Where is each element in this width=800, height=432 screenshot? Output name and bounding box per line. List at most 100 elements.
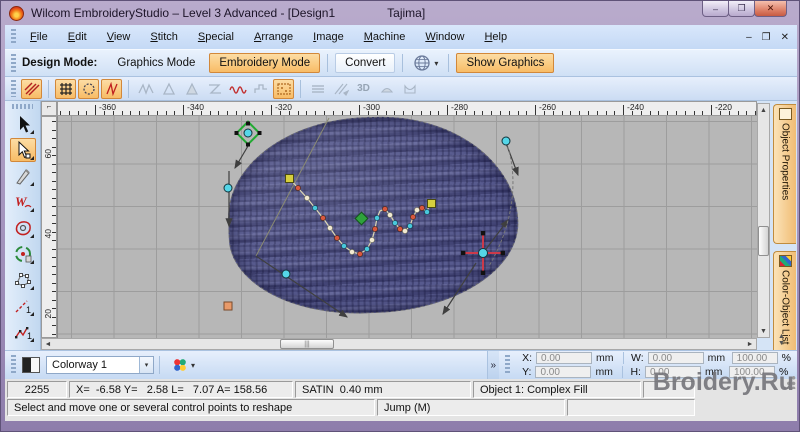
tab-object-properties[interactable]: Object Properties: [773, 104, 796, 244]
punch-b-icon[interactable]: [399, 79, 420, 99]
mdi-close-icon[interactable]: ✕: [781, 32, 789, 43]
open-line-tool[interactable]: 1: [10, 294, 36, 318]
display-colors-icon[interactable]: [22, 357, 40, 373]
menu-stitch[interactable]: Stitch: [140, 28, 188, 46]
lettering-tool[interactable]: W: [10, 190, 36, 214]
globe-caret-icon[interactable]: ▾: [434, 59, 438, 68]
mdi-restore-icon[interactable]: ❐: [762, 32, 771, 43]
minimize-button[interactable]: –: [702, 1, 729, 17]
rotation-anchor-handle[interactable]: [234, 120, 262, 147]
scroll-right-icon[interactable]: ►: [744, 339, 756, 349]
control-point[interactable]: [223, 183, 233, 193]
node-polygon-icon: [14, 273, 31, 288]
scroll-up-icon[interactable]: ▲: [758, 104, 769, 116]
step-fill-icon[interactable]: [250, 79, 271, 99]
embroidery-mode-button[interactable]: Embroidery Mode: [209, 53, 321, 73]
direction-arrow: [234, 145, 249, 170]
scale-w-field[interactable]: 100.00: [731, 352, 778, 364]
texture-fill-icon[interactable]: [273, 78, 294, 99]
window-title: Wilcom EmbroideryStudio – Level 3 Advanc…: [31, 6, 426, 20]
tab-scroll-down-icon[interactable]: ▼: [778, 340, 785, 347]
start-point-handle[interactable]: [223, 301, 233, 311]
punch-a-icon[interactable]: [376, 79, 397, 99]
menu-special[interactable]: Special: [188, 28, 244, 46]
complex-fill-tool[interactable]: [10, 268, 36, 292]
menu-edit[interactable]: Edit: [58, 28, 97, 46]
reference-cross-handle[interactable]: [461, 231, 505, 275]
select-arrow-icon: [19, 116, 30, 133]
direction-arrow: [482, 219, 509, 254]
zigzag-line-icon: 1: [14, 327, 32, 341]
contour-fill-icon[interactable]: [101, 78, 122, 99]
status-hint: Select and move one or several control p…: [7, 399, 375, 416]
colorway-select[interactable]: Colorway 1 ▾: [46, 356, 154, 374]
vertical-scroll-thumb[interactable]: [758, 226, 769, 256]
circle-tool-icon: [14, 246, 31, 263]
zigzag-stitch-icon[interactable]: [135, 79, 156, 99]
design-mode-label: Design Mode:: [22, 57, 98, 69]
convert-button[interactable]: Convert: [335, 53, 396, 73]
menu-window[interactable]: Window: [415, 28, 474, 46]
motif-fill-icon[interactable]: [78, 78, 99, 99]
wave-fill-icon[interactable]: [227, 79, 248, 99]
ruler-origin-button[interactable]: ⌐: [41, 101, 57, 116]
run-stitch-tool[interactable]: 1: [10, 320, 36, 344]
separator: [128, 79, 129, 98]
tab-scroll-arrows[interactable]: ▲ ▼: [778, 333, 785, 347]
closed-object-tool[interactable]: [10, 216, 36, 240]
horizontal-scrollbar[interactable]: ◄ ||| ►: [41, 338, 757, 350]
tab-scroll-up-icon[interactable]: ▲: [778, 333, 785, 340]
toolbar-overflow-chevron[interactable]: »: [486, 351, 500, 379]
3d-effect-icon[interactable]: 3D: [353, 79, 374, 99]
toolbar-grip[interactable]: [11, 355, 16, 375]
scroll-down-icon[interactable]: ▼: [758, 325, 769, 337]
control-point[interactable]: [501, 136, 511, 146]
toolbar-grip[interactable]: [12, 104, 33, 109]
reshape-tool[interactable]: [9, 138, 36, 162]
horizontal-ruler: -360 -340 -320 -300 -280 -260 -240 -220: [57, 101, 757, 116]
control-point[interactable]: [281, 269, 291, 279]
status-empty-segment: [567, 399, 695, 416]
fill-b-icon[interactable]: [181, 79, 202, 99]
graphics-mode-button[interactable]: Graphics Mode: [107, 53, 205, 73]
menu-view[interactable]: View: [97, 28, 141, 46]
horizontal-scroll-thumb[interactable]: |||: [280, 339, 334, 349]
menu-help[interactable]: Help: [474, 28, 517, 46]
mdi-minimize-icon[interactable]: –: [746, 32, 752, 43]
entry-point-handle[interactable]: [285, 174, 294, 183]
thread-colors-icon[interactable]: [173, 358, 187, 372]
design-canvas[interactable]: [57, 116, 757, 338]
thread-colors-caret-icon[interactable]: ▾: [191, 361, 195, 370]
menu-file[interactable]: File: [20, 28, 58, 46]
parallel-fill-icon[interactable]: [21, 78, 42, 99]
title-bar: Wilcom EmbroideryStudio – Level 3 Advanc…: [1, 1, 799, 25]
tatami-fill-icon[interactable]: [55, 78, 76, 99]
w-field[interactable]: 0.00: [647, 352, 704, 364]
object-center-handle[interactable]: [354, 211, 369, 226]
knife-tool[interactable]: [10, 164, 36, 188]
toolbar-grip[interactable]: [505, 355, 511, 375]
line-fill-icon[interactable]: [307, 79, 328, 99]
menu-machine[interactable]: Machine: [354, 28, 416, 46]
fill-a-icon[interactable]: [158, 79, 179, 99]
scroll-left-icon[interactable]: ◄: [42, 339, 54, 349]
menu-image[interactable]: Image: [303, 28, 354, 46]
x-field[interactable]: 0.00: [536, 352, 593, 364]
maximize-button[interactable]: ❐: [728, 1, 755, 17]
close-button[interactable]: ✕: [754, 1, 787, 17]
colorway-caret-icon[interactable]: ▾: [139, 357, 153, 373]
vertical-scrollbar[interactable]: ▲ ▼: [757, 103, 770, 338]
e-stitch-icon[interactable]: [204, 79, 225, 99]
show-graphics-button[interactable]: Show Graphics: [456, 53, 555, 73]
menu-arrange[interactable]: Arrange: [244, 28, 303, 46]
exit-point-handle[interactable]: [427, 199, 436, 208]
hoop-globe-button[interactable]: ▾: [408, 52, 443, 74]
toolbar-grip[interactable]: [11, 53, 16, 73]
y-field[interactable]: 0.00: [535, 366, 592, 378]
toolbar-grip[interactable]: [11, 80, 16, 97]
circle-object-tool[interactable]: [10, 242, 36, 266]
select-tool[interactable]: [10, 112, 36, 136]
toolbar-grip[interactable]: [11, 28, 16, 46]
hatch-fill-icon[interactable]: [330, 79, 351, 99]
separator: [159, 356, 160, 374]
